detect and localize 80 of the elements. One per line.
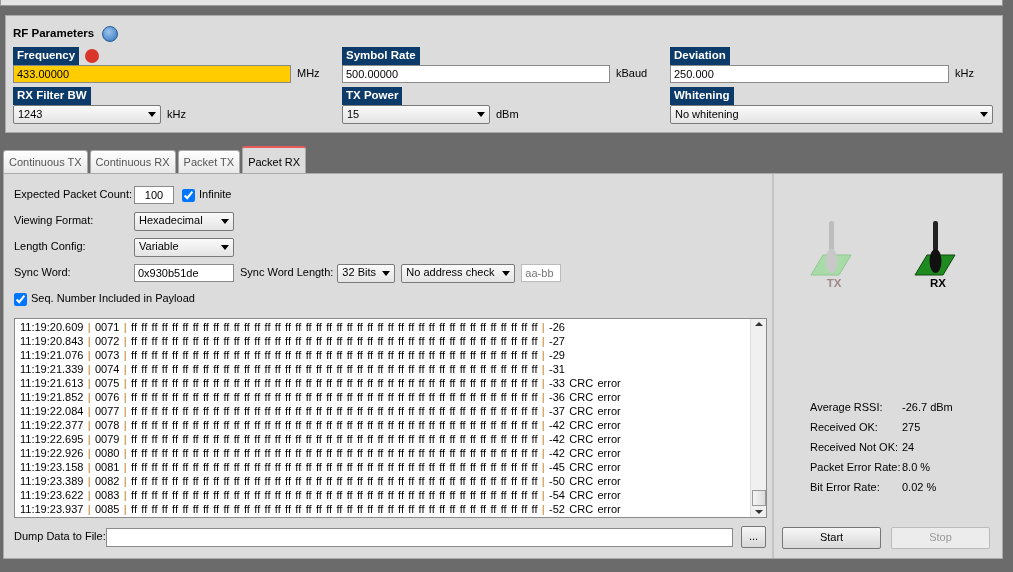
input-field[interactable]: 250.000	[670, 64, 949, 83]
log-line: 11:19:21.852 | 0076 | ff ff ff ff ff ff ff ff ff ff ff ff ff ff ff ff ff ff ff ff ff ff ff ff ff ff ff ff ff ff ff ff ff ff ff ff ff ff ff ff | -36 CRC error	[20, 391, 621, 403]
caret-icon	[980, 111, 988, 117]
log-line: 11:19:20.609 | 0071 | ff ff ff ff ff ff ff ff ff ff ff ff ff ff ff ff ff ff ff ff ff ff ff ff ff ff ff ff ff ff ff ff ff ff ff ff ff ff ff ff | -26	[20, 321, 565, 333]
stat-label: Average RSSI:	[810, 401, 884, 415]
stat-value: 0.02 %	[902, 481, 937, 495]
scroll-up-icon[interactable]	[754, 322, 763, 326]
browse-button[interactable]: ...	[741, 526, 766, 548]
field-label: Whitening	[670, 86, 734, 105]
field-label: Dump Data to File:	[14, 530, 106, 544]
scrollbar[interactable]	[750, 319, 766, 517]
dropdown[interactable]: Hexadecimal	[134, 211, 234, 231]
field-label: Sync Word:	[14, 266, 72, 280]
field-label: Length Config:	[14, 240, 87, 254]
input-field[interactable]	[106, 527, 733, 547]
checkbox[interactable]	[182, 188, 195, 202]
caret-icon	[502, 270, 511, 276]
action-button[interactable]: Start	[782, 527, 881, 549]
log-line: 11:19:21.339 | 0074 | ff ff ff ff ff ff ff ff ff ff ff ff ff ff ff ff ff ff ff ff ff ff ff ff ff ff ff ff ff ff ff ff ff ff ff ff ff ff ff ff | -31	[20, 363, 565, 375]
input-field[interactable]: 0x930b51de	[134, 264, 234, 282]
stat-label: Received Not OK:	[810, 441, 900, 455]
log-line: 11:19:22.377 | 0078 | ff ff ff ff ff ff ff ff ff ff ff ff ff ff ff ff ff ff ff ff ff ff ff ff ff ff ff ff ff ff ff ff ff ff ff ff ff ff ff ff | -42 CRC error	[20, 419, 621, 431]
log-line: 11:19:22.695 | 0079 | ff ff ff ff ff ff ff ff ff ff ff ff ff ff ff ff ff ff ff ff ff ff ff ff ff ff ff ff ff ff ff ff ff ff ff ff ff ff ff ff | -42 CRC error	[20, 433, 621, 445]
stat-value: 275	[902, 421, 921, 435]
field-label: Symbol Rate	[342, 47, 420, 65]
unit-label: kBaud	[616, 67, 648, 81]
log-line: 11:19:21.613 | 0075 | ff ff ff ff ff ff ff ff ff ff ff ff ff ff ff ff ff ff ff ff ff ff ff ff ff ff ff ff ff ff ff ff ff ff ff ff ff ff ff ff | -33 CRC error	[20, 377, 621, 389]
field-label: Frequency	[13, 47, 80, 65]
indicator-label: TX	[826, 277, 842, 291]
log-line: 11:19:20.843 | 0072 | ff ff ff ff ff ff ff ff ff ff ff ff ff ff ff ff ff ff ff ff ff ff ff ff ff ff ff ff ff ff ff ff ff ff ff ff ff ff ff ff | -27	[20, 335, 565, 347]
tab[interactable]: Continuous TX	[3, 150, 88, 173]
log-line: 11:19:23.622 | 0083 | ff ff ff ff ff ff ff ff ff ff ff ff ff ff ff ff ff ff ff ff ff ff ff ff ff ff ff ff ff ff ff ff ff ff ff ff ff ff ff ff | -54 CRC error	[20, 489, 621, 501]
log-line: 11:19:23.937 | 0085 | ff ff ff ff ff ff ff ff ff ff ff ff ff ff ff ff ff ff ff ff ff ff ff ff ff ff ff ff ff ff ff ff ff ff ff ff ff ff ff ff | -52 CRC error	[20, 503, 621, 515]
field-label: Deviation	[670, 47, 730, 65]
field-label: RX Filter BW	[13, 86, 91, 105]
stat-label: Bit Error Rate:	[810, 481, 881, 495]
log-line: 11:19:21.076 | 0073 | ff ff ff ff ff ff ff ff ff ff ff ff ff ff ff ff ff ff ff ff ff ff ff ff ff ff ff ff ff ff ff ff ff ff ff ff ff ff ff ff | -29	[20, 349, 565, 361]
log-line: 11:19:22.084 | 0077 | ff ff ff ff ff ff ff ff ff ff ff ff ff ff ff ff ff ff ff ff ff ff ff ff ff ff ff ff ff ff ff ff ff ff ff ff ff ff ff ff | -37 CRC error	[20, 405, 621, 417]
field-label: TX Power	[342, 86, 403, 105]
input-field[interactable]: 433.00000	[13, 64, 291, 83]
caret-icon	[221, 244, 229, 250]
action-button: Stop	[891, 527, 990, 549]
field-label: Sync Word Length:	[240, 266, 334, 280]
unit-label: dBm	[496, 107, 519, 121]
stat-value: -26.7 dBm	[902, 401, 953, 415]
field-label: Expected Packet Count:	[14, 188, 133, 202]
scroll-down-icon[interactable]	[754, 510, 763, 514]
checkbox[interactable]	[14, 292, 27, 306]
unit-label: kHz	[167, 107, 186, 121]
dropdown[interactable]: 1243	[13, 104, 161, 124]
log-line: 11:19:23.389 | 0082 | ff ff ff ff ff ff ff ff ff ff ff ff ff ff ff ff ff ff ff ff ff ff ff ff ff ff ff ff ff ff ff ff ff ff ff ff ff ff ff ff | -50 CRC error	[20, 475, 621, 487]
log-line: 11:19:22.926 | 0080 | ff ff ff ff ff ff ff ff ff ff ff ff ff ff ff ff ff ff ff ff ff ff ff ff ff ff ff ff ff ff ff ff ff ff ff ff ff ff ff ff | -42 CRC error	[20, 447, 621, 459]
stat-value: 8.0 %	[902, 461, 931, 475]
checkbox-label: Seq. Number Included in Payload	[31, 292, 195, 306]
caret-icon	[382, 270, 391, 276]
dropdown[interactable]: 15	[342, 104, 490, 124]
caret-icon	[148, 111, 156, 117]
log-line: 11:19:23.158 | 0081 | ff ff ff ff ff ff ff ff ff ff ff ff ff ff ff ff ff ff ff ff ff ff ff ff ff ff ff ff ff ff ff ff ff ff ff ff ff ff ff ff | -45 CRC error	[20, 461, 621, 473]
dropdown[interactable]: No whitening	[670, 104, 993, 124]
stat-label: Received OK:	[810, 421, 879, 435]
unit-label: MHz	[297, 67, 320, 81]
stat-label: Packet Error Rate:	[810, 461, 902, 475]
field-label: Viewing Format:	[14, 214, 95, 228]
tab[interactable]: Packet TX	[177, 150, 241, 173]
checkbox-label: Infinite	[199, 188, 232, 202]
scroll-thumb[interactable]	[751, 490, 766, 506]
unit-label: kHz	[955, 67, 974, 81]
indicator-label: RX	[930, 277, 946, 291]
tab[interactable]: Continuous RX	[89, 150, 176, 173]
dropdown[interactable]: No address check	[401, 263, 516, 283]
tab[interactable]: Packet RX	[242, 146, 307, 173]
dropdown[interactable]: 32 Bits	[337, 263, 396, 283]
caret-icon	[477, 111, 485, 117]
stat-value: 24	[902, 441, 915, 455]
input-field[interactable]: 500.00000	[342, 64, 610, 83]
input-field[interactable]: 100	[134, 186, 174, 204]
dropdown[interactable]: Variable	[134, 237, 234, 257]
caret-icon	[221, 218, 229, 224]
help-icon[interactable]	[102, 26, 119, 42]
section-title: RF Parameters	[13, 27, 95, 41]
